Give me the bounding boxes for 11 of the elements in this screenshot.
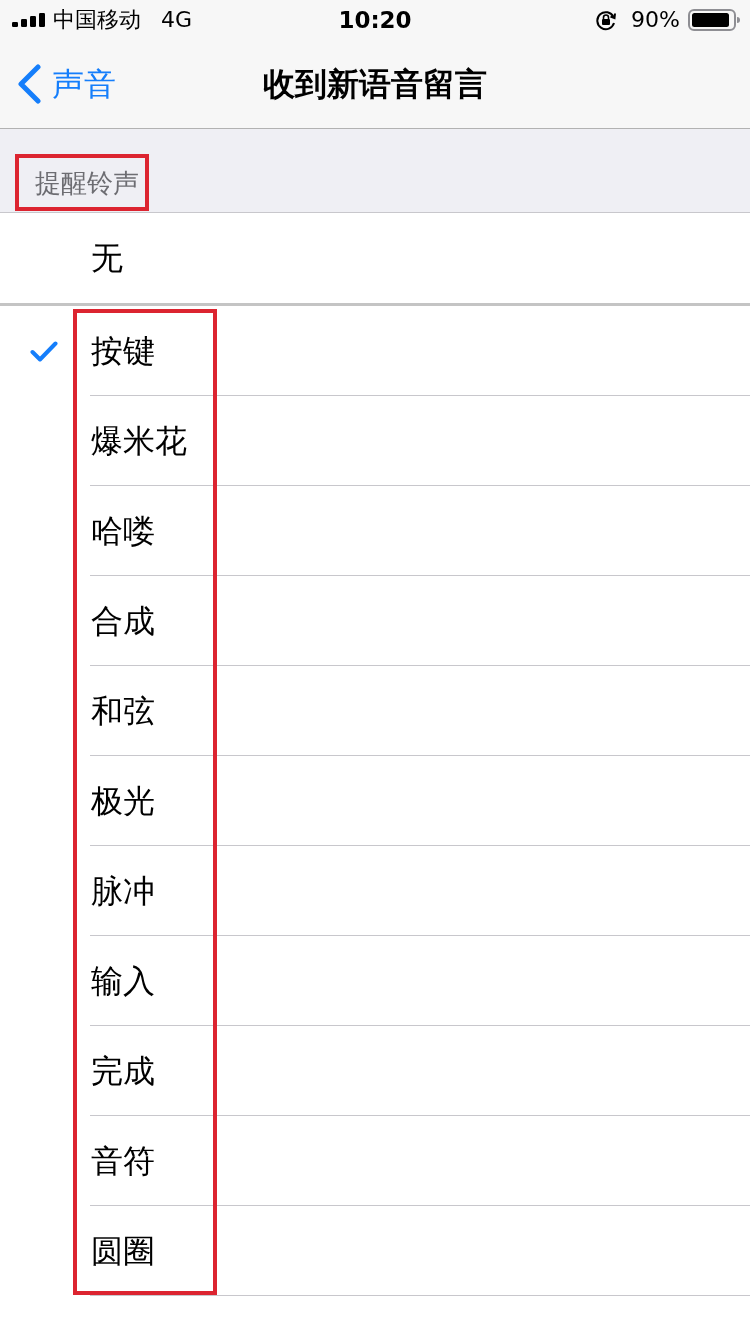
network-type: 4G	[161, 7, 193, 33]
chevron-left-icon	[16, 64, 42, 104]
signal-icon	[12, 13, 46, 27]
back-button[interactable]: 声音	[0, 64, 116, 104]
section-header: 提醒铃声	[15, 154, 149, 211]
page-title: 收到新语音留言	[263, 64, 487, 104]
battery-icon	[688, 9, 740, 31]
rotation-lock-icon	[595, 9, 618, 31]
status-time: 10:20	[338, 7, 412, 33]
battery-percent: 90%	[631, 7, 680, 33]
carrier-name: 中国移动	[53, 7, 141, 33]
